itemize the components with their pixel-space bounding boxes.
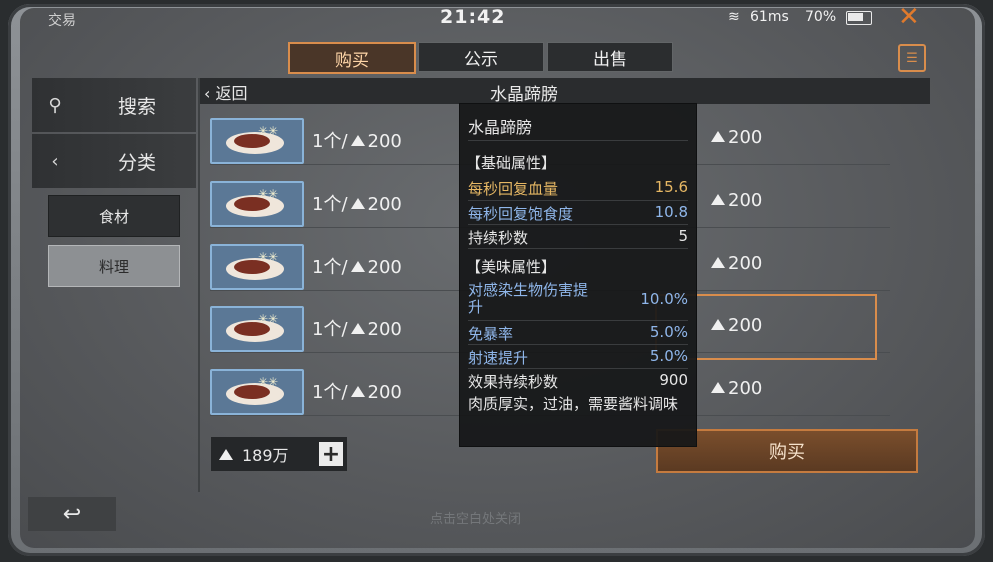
listing-price: 1个/200 — [312, 131, 402, 152]
balance-box: 189万 + — [211, 437, 347, 471]
return-icon: ↩ — [62, 501, 82, 527]
dish-thumbnail: ✳✳ — [210, 244, 304, 290]
currency-icon — [711, 257, 725, 268]
battery-icon — [846, 11, 872, 25]
listing-price-right: 200 — [708, 253, 762, 274]
divider — [198, 78, 200, 492]
attr-row: 对感染生物伤害提升 10.0% — [468, 281, 688, 316]
item-tooltip: 水晶蹄膀 【基础属性】 每秒回复血量 15.6 每秒回复饱食度 10.8 持续秒数 5… — [460, 104, 696, 446]
currency-icon — [711, 194, 725, 205]
close-hint: 点击空白处关闭 — [430, 512, 522, 527]
tab-sell[interactable]: 出售 — [547, 42, 673, 72]
attr-row: 每秒回复饱食度 10.8 — [468, 203, 688, 223]
dish-thumbnail: ✳✳ — [210, 369, 304, 415]
currency-icon — [350, 261, 365, 272]
clock: 21:42 — [440, 6, 506, 28]
tab-buy[interactable]: 购买 — [288, 42, 416, 74]
currency-icon — [350, 323, 365, 334]
search-button[interactable]: ⚲ 搜索 — [32, 78, 196, 132]
chevron-left-icon: ‹ — [51, 150, 59, 172]
listing-price-right: 200 — [708, 190, 762, 211]
dish-thumbnail: ✳✳ — [210, 306, 304, 352]
return-button[interactable]: ↩ — [28, 497, 116, 531]
battery-text: 70% — [805, 9, 837, 25]
category-ingredient[interactable]: 食材 — [48, 195, 180, 237]
screen-title: 交易 — [48, 13, 76, 29]
listing-price-right: 200 — [708, 378, 762, 399]
search-label: 搜索 — [117, 95, 156, 118]
basic-attr-header: 【基础属性】 — [466, 154, 557, 172]
item-header-bar — [200, 78, 930, 104]
item-description: 肉质厚实，过油，需要酱料调味 — [468, 395, 679, 413]
listing-price-right: 200 — [708, 127, 762, 148]
category-button[interactable]: ‹ 分类 — [32, 134, 196, 188]
back-label: 返回 — [215, 84, 248, 103]
currency-icon — [350, 386, 365, 397]
close-icon[interactable]: ✕ — [898, 2, 920, 32]
currency-icon — [711, 131, 725, 142]
attr-row: 持续秒数 5 — [468, 227, 688, 247]
currency-icon — [350, 198, 365, 209]
tab-public[interactable]: 公示 — [418, 42, 544, 72]
add-currency-button[interactable]: + — [319, 442, 343, 467]
category-cooking[interactable]: 料理 — [48, 245, 180, 287]
search-icon: ⚲ — [48, 94, 62, 116]
clipboard-icon[interactable]: ☰ — [898, 44, 926, 72]
attr-row: 免暴率 5.0% — [468, 323, 688, 343]
category-label: 分类 — [117, 151, 156, 174]
listing-price: 1个/200 — [312, 194, 402, 215]
attr-row: 射速提升 5.0% — [468, 347, 688, 367]
back-button[interactable]: ‹ 返回 — [204, 80, 248, 104]
ping-text: 61ms — [750, 9, 789, 25]
attr-row: 效果持续秒数 900 — [468, 371, 688, 391]
listing-price: 1个/200 — [312, 319, 402, 340]
dish-thumbnail: ✳✳ — [210, 118, 304, 164]
dish-thumbnail: ✳✳ — [210, 181, 304, 227]
balance-amount: 189万 — [242, 446, 289, 465]
currency-icon — [219, 448, 233, 460]
tooltip-title: 水晶蹄膀 — [468, 118, 533, 137]
listing-price: 1个/200 — [312, 257, 402, 278]
item-title: 水晶蹄膀 — [490, 85, 558, 105]
listing-price: 1个/200 — [312, 382, 402, 403]
flavor-attr-header: 【美味属性】 — [466, 258, 557, 276]
currency-icon — [711, 382, 725, 393]
wifi-icon: ≋ — [728, 9, 740, 25]
currency-icon — [350, 135, 365, 146]
attr-row: 每秒回复血量 15.6 — [468, 178, 688, 198]
